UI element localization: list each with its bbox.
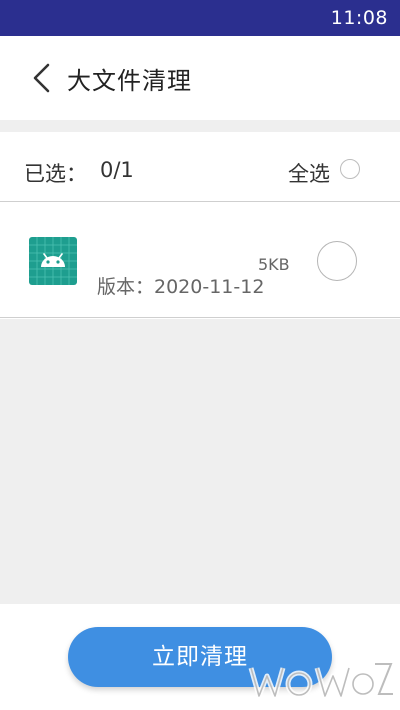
selection-bar: 已选： 0/1 全选	[0, 132, 400, 202]
status-bar: 11:08	[0, 0, 400, 36]
file-version: 版本：2020-11-12	[97, 276, 265, 298]
select-all-label[interactable]: 全选	[288, 158, 330, 188]
selected-label: 已选：	[24, 162, 87, 186]
selected-count: 0/1	[100, 158, 134, 182]
header: 大文件清理	[0, 36, 400, 120]
android-icon	[29, 237, 77, 285]
empty-list-area	[0, 319, 400, 604]
file-list-item[interactable]: 5KB 版本：2020-11-12	[0, 203, 400, 318]
page-title: 大文件清理	[67, 67, 192, 95]
file-select-radio[interactable]	[317, 241, 357, 281]
select-all-radio[interactable]	[340, 159, 360, 179]
status-time: 11:08	[330, 7, 388, 29]
watermark-logo	[248, 663, 393, 699]
back-button[interactable]	[22, 58, 62, 98]
chevron-left-icon	[33, 63, 50, 93]
section-divider	[0, 120, 400, 132]
